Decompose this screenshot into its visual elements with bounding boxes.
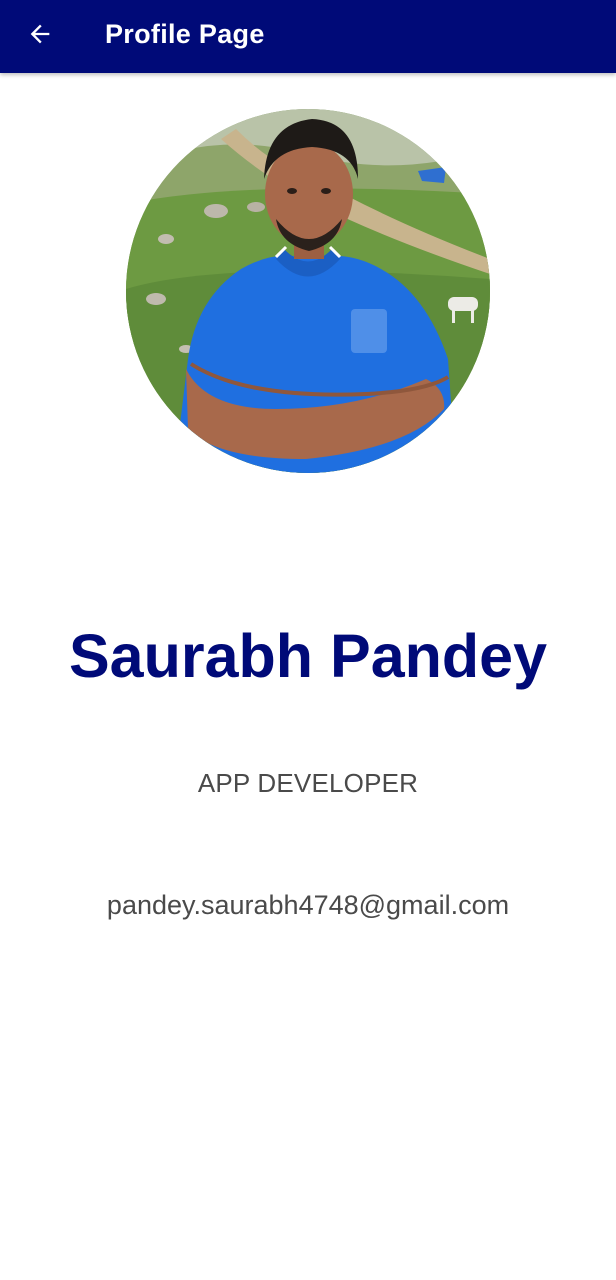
profile-name: Saurabh Pandey — [69, 622, 547, 690]
app-bar: Profile Page — [0, 0, 616, 73]
arrow-left-icon — [26, 20, 54, 53]
profile-screen: Profile Page Saurabh Pandey APP DEVELOPE… — [0, 0, 616, 1280]
avatar — [126, 109, 490, 473]
profile-role: APP DEVELOPER — [197, 768, 419, 798]
page-title: Profile Page — [105, 19, 265, 49]
back-button[interactable] — [16, 12, 64, 60]
profile-email: pandey.saurabh4748@gmail.com — [106, 890, 510, 920]
